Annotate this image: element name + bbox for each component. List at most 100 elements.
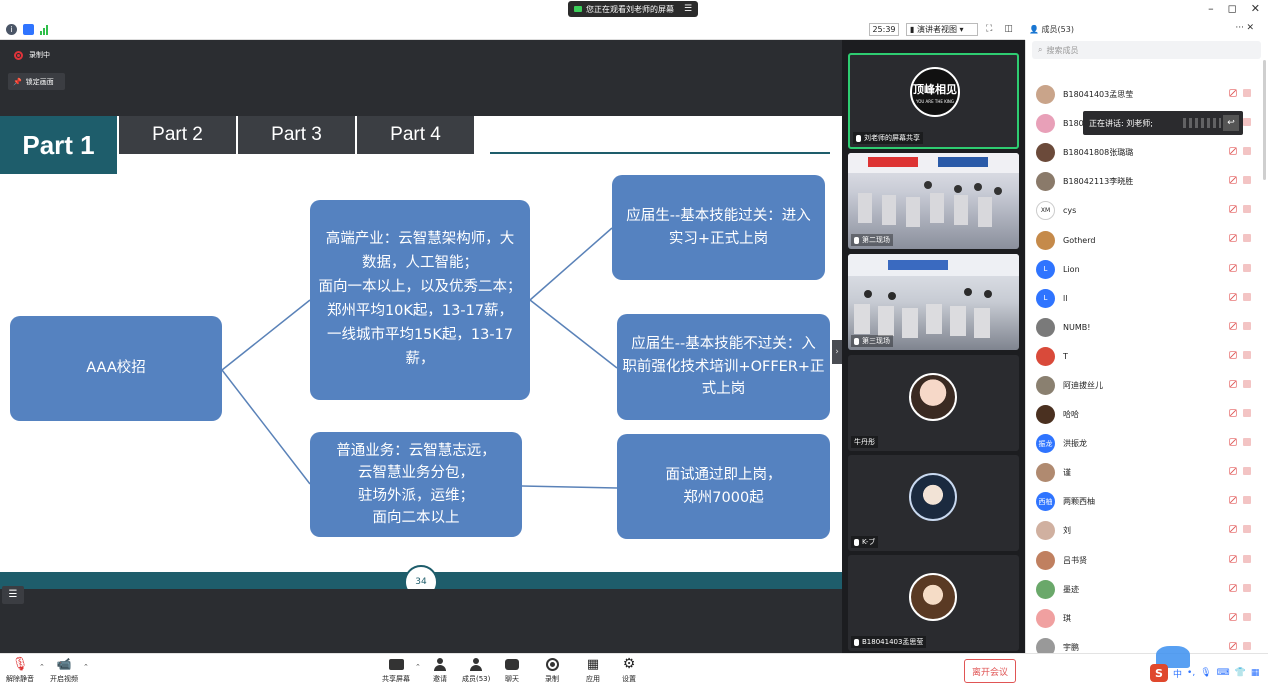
node-high-end: 高端产业：云智慧架构师，大 数据，人工智能； 面向一本以上，以及优秀二本； 郑州… [310,200,530,400]
return-icon[interactable]: ↩ [1223,115,1239,131]
ime-language[interactable]: 中 [1173,667,1182,680]
share-screen-label: 共享屏幕 [382,675,410,683]
menu-icon[interactable]: ☰ [684,4,692,14]
minimize-button[interactable]: – [1208,2,1214,15]
node-general-line-1: 普通业务：云智慧志远， [336,442,496,459]
member-row[interactable]: 谨 [1026,458,1268,487]
apps-button[interactable]: ▦ 应用 [585,657,601,684]
share-screen-button[interactable]: 共享屏幕 [382,657,410,684]
member-row[interactable]: 墨迹 [1026,575,1268,604]
member-row[interactable]: T [1026,342,1268,371]
info-icon[interactable]: i [6,24,17,35]
unmute-button[interactable]: 🎙 解除静音 [6,657,34,684]
mic-off-icon [1229,205,1237,214]
video-label: 第二现场 [851,234,893,246]
invite-button[interactable]: 邀请 [432,657,448,684]
voice-icon[interactable]: 🎙 [1200,668,1211,678]
member-status [1229,467,1251,476]
avatar: 振龙 [1036,434,1055,454]
mic-off-icon [1229,612,1237,621]
member-row[interactable]: 西柚 两颗西柚 [1026,487,1268,516]
node-fail-line-2: 职前强化技术培训+OFFER+正 [622,358,825,375]
video-tile-site-2[interactable]: 第二现场 [848,153,1019,249]
record-button[interactable]: 录制 [544,657,560,684]
lock-screen-button[interactable]: 📌 锁定画面 [8,73,65,90]
view-mode-label: 演讲者视图 [916,25,957,34]
restore-button[interactable]: ◻ [1228,2,1237,15]
video-label-text: 牛丹彤 [854,438,875,446]
video-tile-participant[interactable]: B18041403孟思莹 [848,555,1019,651]
camera-off-icon [1243,350,1251,359]
skin-icon[interactable]: 👕 [1235,668,1246,678]
member-row[interactable]: 宇鹏 [1026,633,1268,653]
avatar [1036,579,1055,599]
audio-wave-icon [1183,118,1221,128]
member-row[interactable]: XM cys [1026,196,1268,225]
invite-icon [432,657,448,671]
mic-off-icon [1229,176,1237,185]
member-name: 刘 [1063,526,1071,536]
leave-meeting-button[interactable]: 离开会议 [964,659,1016,683]
members-icon: 👤 [1029,25,1039,34]
chat-button[interactable]: 聊天 [504,657,520,684]
member-row[interactable]: Lll [1026,284,1268,313]
more-options-button[interactable]: ··· [1235,23,1244,33]
layout-icon[interactable]: ◫ [1004,24,1013,34]
video-strip: 顶峰相见 YOU ARE THE KING 刘老师的屏幕共享 第二现场 第三现场… [842,40,1025,653]
sogou-icon[interactable]: S [1150,664,1168,682]
member-row[interactable]: NUMB! [1026,313,1268,342]
viewing-notice[interactable]: 您正在观看刘老师的屏幕 ☰ [568,1,698,17]
shield-icon[interactable] [23,24,34,35]
member-status [1229,612,1251,621]
member-name: Gotherd [1063,235,1096,245]
avatar [1036,405,1055,425]
video-tile-site-3[interactable]: 第三现场 [848,254,1019,350]
view-mode-select[interactable]: ▮ 演讲者视图 ▾ [906,23,978,36]
list-icon[interactable]: ☰ [2,586,24,604]
member-row[interactable]: 阿迪拔丝儿 [1026,371,1268,400]
fullscreen-icon[interactable]: ⛶ [986,24,992,34]
brand-logo-text: 顶峰相见 [913,82,957,96]
avatar: L [1036,288,1055,308]
member-row[interactable]: 哈哈 [1026,400,1268,429]
member-row[interactable]: L Lion [1026,255,1268,284]
avatar [1036,521,1055,541]
member-row[interactable]: Gotherd [1026,225,1268,254]
camera-off-icon [1243,263,1251,272]
member-row[interactable]: 吕书贤 [1026,546,1268,575]
member-row[interactable]: B18041403孟思莹 [1026,80,1268,109]
members-button[interactable]: 成员(53) [462,657,490,684]
member-row[interactable]: B18041808张璐璐 [1026,138,1268,167]
member-name: Lion [1063,264,1080,274]
node-high-end-line-1: 高端产业：云智慧架构师，大 [325,231,515,248]
video-tile-participant[interactable]: 牛丹彤 [848,355,1019,451]
video-tile-participant[interactable]: K-ブ [848,455,1019,551]
camera-off-icon [1243,234,1251,243]
search-input[interactable]: ⌕ 搜索成员 [1032,41,1261,59]
camera-off-icon [1243,496,1251,505]
speaking-indicator: 正在讲话: 刘老师; ↩ [1083,111,1243,135]
member-row[interactable]: 琪 [1026,604,1268,633]
collapse-video-button[interactable]: › [832,340,842,364]
close-window-button[interactable]: ✕ [1251,2,1260,15]
punctuation-icon[interactable]: •, [1187,668,1195,678]
keyboard-icon[interactable]: ⌨ [1217,668,1230,678]
member-row[interactable]: 刘 [1026,516,1268,545]
member-name: T [1063,351,1068,361]
chevron-up-icon[interactable]: ⌃ [415,663,421,671]
signal-icon[interactable] [40,24,48,35]
video-tile-screen-share[interactable]: 顶峰相见 YOU ARE THE KING 刘老师的屏幕共享 [848,53,1019,149]
toolbox-icon[interactable]: ▦ [1251,668,1260,678]
member-name: 墨迹 [1063,584,1079,594]
member-row[interactable]: B18042113李晓胜 [1026,167,1268,196]
mic-icon [856,134,861,142]
camera-off-icon [1243,205,1251,214]
chevron-up-icon[interactable]: ⌃ [39,663,45,671]
avatar [1036,550,1055,570]
close-members-button[interactable]: ✕ [1246,23,1254,33]
avatar [909,473,957,521]
member-row[interactable]: 振龙 洪振龙 [1026,429,1268,458]
chevron-up-icon[interactable]: ⌃ [83,663,89,671]
settings-button[interactable]: ⚙ 设置 [621,656,637,684]
start-video-button[interactable]: 📹 开启视频 [50,657,78,684]
